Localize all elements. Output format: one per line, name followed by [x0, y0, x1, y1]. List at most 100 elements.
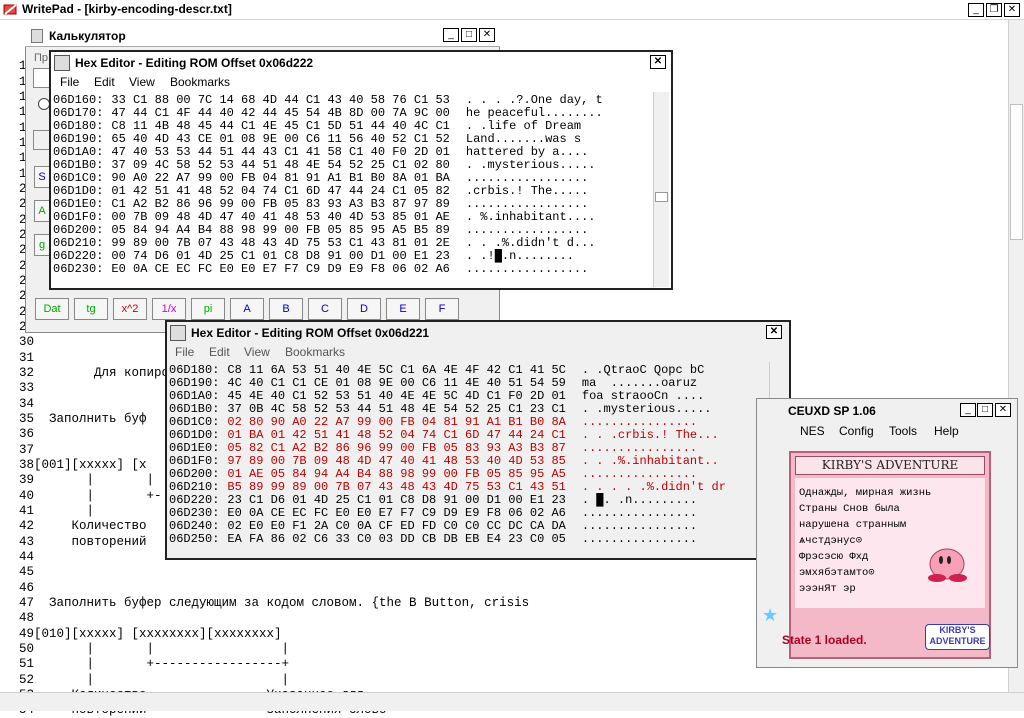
hex-bytes[interactable]: 02 80 90 A0 22 A7 99 00 FB 04 81 91 A1 B… — [227, 415, 565, 429]
restore-button[interactable]: ❐ — [986, 3, 1002, 17]
hex-bytes[interactable]: 4C 40 C1 C1 CE 01 08 9E 00 C6 11 4E 40 5… — [227, 376, 565, 390]
hex-text[interactable]: hattered by a.... — [466, 145, 588, 159]
fceux-menu-config[interactable]: Config — [839, 424, 874, 438]
hex-bytes[interactable]: 47 44 C1 4F 44 40 42 44 45 54 4B 8D 00 7… — [111, 106, 449, 120]
hex-editor-1-grid[interactable]: 06D160: 33 C1 88 00 7C 14 68 4D 44 C1 43 … — [51, 92, 651, 287]
hex-bytes[interactable]: 33 C1 88 00 7C 14 68 4D 44 C1 43 40 58 7… — [111, 93, 449, 107]
hex-text[interactable]: . . . .?.One day, t — [466, 93, 603, 107]
hex1-menu-edit[interactable]: Edit — [94, 75, 115, 89]
calc-button-c[interactable]: C — [308, 298, 342, 320]
hex1-scroll-thumb[interactable] — [655, 192, 668, 202]
hex-text[interactable]: ................. — [466, 197, 588, 211]
hex-text[interactable]: ................ — [582, 415, 697, 429]
hex-text[interactable]: . .life of Dream — [466, 119, 588, 133]
hex-text[interactable]: ................ — [582, 441, 697, 455]
hex-bytes[interactable]: B5 89 99 89 00 7B 07 43 48 43 4D 75 53 C… — [227, 480, 565, 494]
hex-editor-2-grid[interactable]: 06D180: C8 11 6A 53 51 40 4E 5C C1 6A 4E … — [167, 362, 767, 557]
hex-bytes[interactable]: 23 C1 D6 01 4D 25 C1 01 C8 D8 91 00 D1 0… — [227, 493, 565, 507]
hex1-menu-bookmarks[interactable]: Bookmarks — [170, 75, 230, 89]
hex-bytes[interactable]: 05 84 94 A4 B4 88 98 99 00 FB 05 85 95 A… — [111, 223, 449, 237]
hex-text[interactable]: ................. — [466, 223, 588, 237]
hex-text[interactable]: . %.inhabitant.... — [466, 210, 596, 224]
calc-button-1x[interactable]: 1/x — [152, 298, 186, 320]
hex2-menu-view[interactable]: View — [244, 345, 270, 359]
calc-side-button-2[interactable]: A — [34, 200, 50, 222]
calc-button-d[interactable]: D — [347, 298, 381, 320]
hex-bytes[interactable]: E0 0A CE EC FC E0 E0 E7 F7 C9 D9 E9 F8 0… — [227, 506, 565, 520]
calc-button-x2[interactable]: x^2 — [113, 298, 147, 320]
hex-text[interactable]: . . .crbis.! The... — [582, 428, 719, 442]
hex-text[interactable]: . . . . .%.didn't dr — [582, 480, 726, 494]
calc-button-e[interactable]: E — [386, 298, 420, 320]
hex2-menu-edit[interactable]: Edit — [209, 345, 230, 359]
hex-bytes[interactable]: 00 74 D6 01 4D 25 C1 01 C8 D8 91 00 D1 0… — [111, 249, 449, 263]
calc-button-f[interactable]: F — [425, 298, 459, 320]
hex-text[interactable]: . . .%.inhabitant.. — [582, 454, 719, 468]
hex-bytes[interactable]: 01 AE 05 84 94 A4 B4 88 98 99 00 FB 05 8… — [227, 467, 565, 481]
hex1-menu-view[interactable]: View — [129, 75, 155, 89]
calc-button-a[interactable]: A — [230, 298, 264, 320]
horizontal-scrollbar[interactable] — [0, 692, 1024, 711]
fceux-menu-tools[interactable]: Tools — [889, 424, 917, 438]
calc-maximize-button[interactable]: □ — [461, 28, 477, 42]
calc-button-b[interactable]: B — [269, 298, 303, 320]
close-button[interactable]: ✕ — [1004, 3, 1020, 17]
hex-row[interactable]: 06D250: EA FA 86 02 C6 33 C0 03 DD CB DB … — [169, 533, 697, 546]
hex-text[interactable]: . .mysterious..... — [582, 402, 712, 416]
hex-text[interactable]: ................ — [582, 467, 697, 481]
hex-text[interactable]: . .mysterious..... — [466, 158, 596, 172]
hex-text[interactable]: ................. — [466, 171, 588, 185]
hex-text[interactable]: ................ — [582, 506, 697, 520]
hex-bytes[interactable]: 05 82 C1 A2 B2 86 96 99 00 FB 05 83 93 A… — [227, 441, 565, 455]
hex2-close-button[interactable]: ✕ — [766, 325, 782, 339]
hex-bytes[interactable]: 90 A0 22 A7 99 00 FB 04 81 91 A1 B1 B0 8… — [111, 171, 449, 185]
hex1-close-button[interactable]: ✕ — [650, 55, 666, 69]
hex-bytes[interactable]: 45 4E 40 C1 52 53 51 40 4E 4E 5C 4D C1 F… — [227, 389, 565, 403]
hex1-menu-file[interactable]: File — [60, 75, 79, 89]
minimize-button[interactable]: _ — [968, 3, 984, 17]
hex-bytes[interactable]: E0 0A CE EC FC E0 E0 E7 F7 C9 D9 E9 F8 0… — [111, 262, 449, 276]
hex-bytes[interactable]: 01 42 51 41 48 52 04 74 C1 6D 47 44 24 C… — [111, 184, 449, 198]
hex-bytes[interactable]: 47 40 53 53 44 51 44 43 C1 41 58 C1 40 F… — [111, 145, 449, 159]
hex-text[interactable]: . .!█.n........ — [466, 249, 574, 263]
hex-text[interactable]: ................. — [466, 262, 588, 276]
hex-bytes[interactable]: 02 E0 E0 F1 2A C0 0A CF ED FD C0 C0 CC D… — [227, 519, 565, 533]
calc-close-button[interactable]: ✕ — [479, 28, 495, 42]
calc-side-button-1[interactable]: S — [34, 166, 50, 188]
hex-text[interactable]: he peaceful........ — [466, 106, 603, 120]
hex-text[interactable]: ................ — [582, 519, 697, 533]
hex-text[interactable]: foa straooCn .... — [582, 389, 704, 403]
calc-button-dat[interactable]: Dat — [35, 298, 69, 320]
fceux-menu-nes[interactable]: NES — [800, 424, 825, 438]
hex-text[interactable]: .crbis.! The..... — [466, 184, 588, 198]
calc-minimize-button[interactable]: _ — [443, 28, 459, 42]
fceux-minimize-button[interactable]: _ — [960, 403, 976, 417]
fceux-menu-help[interactable]: Help — [934, 424, 959, 438]
vertical-scroll-thumb[interactable] — [1010, 104, 1023, 240]
calc-button-tg[interactable]: tg — [74, 298, 108, 320]
hex-text[interactable]: ................ — [582, 532, 697, 546]
hex-bytes[interactable]: C1 A2 B2 86 96 99 00 FB 05 83 93 A3 B3 8… — [111, 197, 449, 211]
hex-bytes[interactable]: 37 09 4C 58 52 53 44 51 48 4E 54 52 25 C… — [111, 158, 449, 172]
hex2-menu-bookmarks[interactable]: Bookmarks — [285, 345, 345, 359]
hex-text[interactable]: ma .......oaruz — [582, 376, 697, 390]
hex-bytes[interactable]: C8 11 6A 53 51 40 4E 5C C1 6A 4E 4F 42 C… — [227, 363, 565, 377]
hex-bytes[interactable]: 99 89 00 7B 07 43 48 43 4D 75 53 C1 43 8… — [111, 236, 449, 250]
hex-bytes[interactable]: C8 11 4B 48 45 44 C1 4E 45 C1 5D 51 44 4… — [111, 119, 449, 133]
hex-bytes[interactable]: 37 0B 4C 58 52 53 44 51 48 4E 54 52 25 C… — [227, 402, 565, 416]
hex-text[interactable]: . . .%.didn't d... — [466, 236, 596, 250]
hex1-scrollbar[interactable] — [653, 92, 669, 287]
hex-bytes[interactable]: 65 40 4D 43 CE 01 08 9E 00 C6 11 56 40 5… — [111, 132, 449, 146]
fceux-maximize-button[interactable]: □ — [977, 403, 993, 417]
hex-bytes[interactable]: 97 89 00 7B 09 48 4D 47 40 41 48 53 40 4… — [227, 454, 565, 468]
hex-bytes[interactable]: 00 7B 09 48 4D 47 40 41 48 53 40 4D 53 8… — [111, 210, 449, 224]
hex-text[interactable]: . .QtraoC Qopc bC — [582, 363, 704, 377]
calc-button-pi[interactable]: pi — [191, 298, 225, 320]
hex-text[interactable]: Land.......was s — [466, 132, 581, 146]
hex2-menu-file[interactable]: File — [175, 345, 194, 359]
hex-row[interactable]: 06D230: E0 0A CE EC FC E0 E0 E7 F7 C9 D9 … — [53, 263, 588, 276]
calc-side-button-3[interactable]: g — [34, 234, 50, 256]
hex-bytes[interactable]: EA FA 86 02 C6 33 C0 03 DD CB DB EB E4 2… — [227, 532, 565, 546]
hex-text[interactable]: . █. .n......... — [582, 493, 697, 507]
hex-bytes[interactable]: 01 BA 01 42 51 41 48 52 04 74 C1 6D 47 4… — [227, 428, 565, 442]
